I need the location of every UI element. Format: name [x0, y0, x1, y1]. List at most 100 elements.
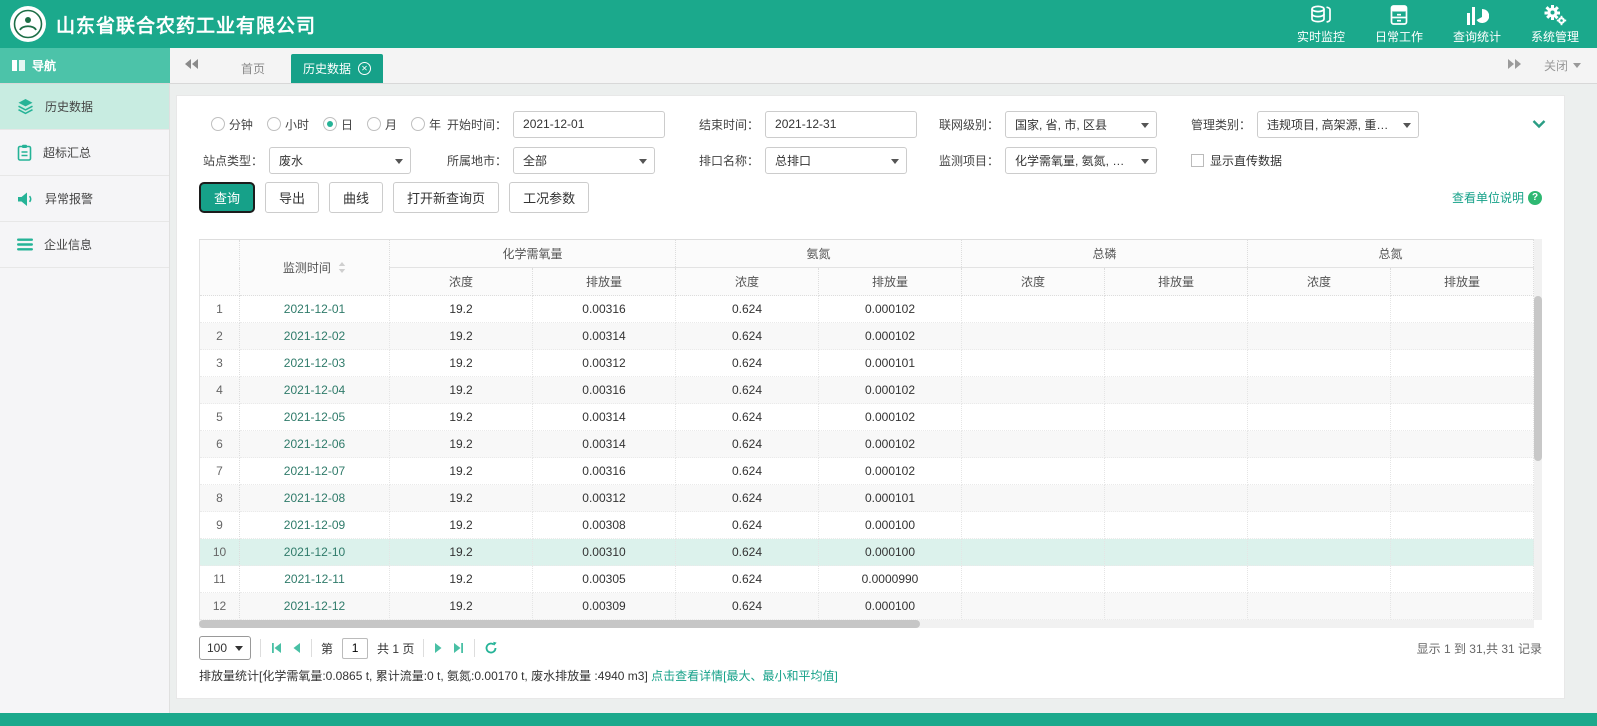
manage-category-label: 管理类别：	[1191, 116, 1251, 133]
value-cell: 0.000101	[819, 350, 962, 377]
table-row[interactable]: 32021-12-0319.20.003120.6240.000101	[200, 350, 1534, 377]
nav-daily-work[interactable]: 日常工作	[1375, 4, 1423, 45]
value-cell	[1391, 377, 1534, 404]
group-header-tp: 总磷	[962, 240, 1248, 268]
granularity-radio[interactable]: 小时	[267, 116, 309, 133]
table-row[interactable]: 52021-12-0519.20.003140.6240.000102	[200, 404, 1534, 431]
sub-header-concentration: 浓度	[676, 268, 819, 296]
show-direct-data-checkbox[interactable]: 显示直传数据	[1191, 152, 1282, 169]
sidebar-item-history-data[interactable]: 历史数据	[0, 84, 169, 130]
city-select[interactable]: 全部	[513, 147, 655, 174]
tab-home[interactable]: 首页	[215, 54, 291, 83]
nav-query-statistics[interactable]: 查询统计	[1453, 4, 1501, 45]
table-row[interactable]: 22021-12-0219.20.003140.6240.000102	[200, 323, 1534, 350]
value-cell: 0.00314	[533, 431, 676, 458]
value-cell	[962, 431, 1105, 458]
unit-help-link[interactable]: 查看单位说明 ?	[1452, 189, 1542, 206]
query-button[interactable]: 查询	[199, 182, 255, 213]
sidebar-item-exceed-summary[interactable]: 超标汇总	[0, 130, 169, 176]
refresh-button[interactable]	[484, 641, 498, 655]
monitor-items-select[interactable]: 化学需氧量, 氨氮, 总磷, 总氮	[1005, 147, 1157, 174]
page-size-select[interactable]: 100	[199, 636, 251, 660]
data-table: 监测时间 化学需氧量 氨氮 总磷 总氮 浓度	[199, 239, 1534, 620]
horizontal-scrollbar-thumb[interactable]	[199, 620, 920, 628]
row-number-cell: 12	[200, 593, 240, 620]
value-cell: 0.00314	[533, 323, 676, 350]
value-cell	[1248, 377, 1391, 404]
value-cell	[1391, 458, 1534, 485]
emission-stats-text: 排放量统计[化学需氧量:0.0865 t, 累计流量:0 t, 氨氮:0.001…	[199, 669, 651, 683]
nav-system-management[interactable]: 系统管理	[1531, 4, 1579, 45]
horizontal-scrollbar[interactable]	[199, 620, 1534, 628]
export-button[interactable]: 导出	[265, 182, 319, 213]
next-page-button[interactable]	[433, 642, 443, 654]
value-cell	[1105, 593, 1248, 620]
granularity-radio[interactable]: 年	[411, 116, 441, 133]
condition-params-button[interactable]: 工况参数	[509, 182, 589, 213]
granularity-radio[interactable]: 月	[367, 116, 397, 133]
outlet-name-select[interactable]: 总排口	[765, 147, 907, 174]
table-row[interactable]: 62021-12-0619.20.003140.6240.000102	[200, 431, 1534, 458]
sidebar: 历史数据 超标汇总 异常报警 企业信息	[0, 84, 170, 713]
value-cell	[1105, 539, 1248, 566]
granularity-radio[interactable]: 日	[323, 116, 353, 133]
page-prefix-label: 第	[321, 640, 333, 657]
value-cell	[1391, 593, 1534, 620]
monitor-time-header[interactable]: 监测时间	[240, 240, 390, 296]
sidebar-item-abnormal-alarm[interactable]: 异常报警	[0, 176, 169, 222]
table-row[interactable]: 12021-12-0119.20.003160.6240.000102	[200, 296, 1534, 323]
stats-detail-link[interactable]: 点击查看详情[最大、最小和平均值]	[651, 669, 838, 683]
tab-history-data[interactable]: 历史数据 ✕	[291, 54, 383, 83]
sidebar-item-enterprise-info[interactable]: 企业信息	[0, 222, 169, 268]
value-cell	[1248, 512, 1391, 539]
table-row[interactable]: 82021-12-0819.20.003120.6240.000101	[200, 485, 1534, 512]
value-cell: 0.000102	[819, 431, 962, 458]
start-time-input[interactable]	[513, 111, 665, 138]
radio-label: 年	[429, 116, 441, 133]
scroll-tabs-right-icon[interactable]	[1507, 58, 1522, 73]
table-row[interactable]: 92021-12-0919.20.003080.6240.000100	[200, 512, 1534, 539]
select-value: 废水	[279, 152, 303, 169]
value-cell	[1248, 539, 1391, 566]
vertical-scrollbar-thumb[interactable]	[1534, 296, 1542, 461]
table-row[interactable]: 72021-12-0719.20.003160.6240.000102	[200, 458, 1534, 485]
nav-realtime-monitor[interactable]: 实时监控	[1297, 4, 1345, 45]
table-row[interactable]: 112021-12-1119.20.003050.6240.0000990	[200, 566, 1534, 593]
tab-strip: 首页 历史数据 ✕ 关闭	[170, 48, 1597, 83]
vertical-scrollbar[interactable]	[1534, 239, 1542, 620]
end-time-input[interactable]	[765, 111, 917, 138]
value-cell: 19.2	[390, 539, 533, 566]
curve-button[interactable]: 曲线	[329, 182, 383, 213]
collapse-filters-icon[interactable]	[1532, 118, 1546, 132]
value-cell: 0.00305	[533, 566, 676, 593]
value-cell	[1105, 377, 1248, 404]
first-page-button[interactable]	[270, 642, 283, 654]
group-header-nh3: 氨氮	[676, 240, 962, 268]
open-new-query-page-button[interactable]: 打开新查询页	[393, 182, 499, 213]
prev-page-button[interactable]	[292, 642, 302, 654]
table-row[interactable]: 122021-12-1219.20.003090.6240.000100	[200, 593, 1534, 620]
close-tabs-menu[interactable]: 关闭	[1544, 57, 1581, 74]
value-cell: 0.624	[676, 431, 819, 458]
value-cell	[1105, 296, 1248, 323]
station-type-select[interactable]: 废水	[269, 147, 411, 174]
query-panel: 分钟 小时 日 月 年 开始时间： 结束时间： 联网级别：	[176, 95, 1565, 699]
last-page-button[interactable]	[452, 642, 465, 654]
select-value: 国家, 省, 市, 区县	[1015, 116, 1107, 133]
network-level-label: 联网级别：	[939, 116, 999, 133]
page-number-input[interactable]	[342, 638, 368, 659]
header-nav: 实时监控 日常工作 查询统计	[1297, 4, 1579, 45]
radio-icon	[367, 117, 381, 131]
table-row[interactable]: 42021-12-0419.20.003160.6240.000102	[200, 377, 1534, 404]
tab-label: 历史数据	[303, 60, 351, 77]
value-cell	[1105, 350, 1248, 377]
network-level-select[interactable]: 国家, 省, 市, 区县	[1005, 111, 1157, 138]
sort-icon[interactable]	[338, 262, 346, 276]
tab-close-icon[interactable]: ✕	[358, 62, 371, 75]
scroll-tabs-left-icon[interactable]	[184, 58, 199, 73]
monitor-date-cell: 2021-12-01	[240, 296, 390, 323]
manage-category-select[interactable]: 违规项目, 高架源, 重点排污	[1257, 111, 1419, 138]
value-cell: 0.624	[676, 512, 819, 539]
granularity-radio[interactable]: 分钟	[211, 116, 253, 133]
table-row[interactable]: 102021-12-1019.20.003100.6240.000100	[200, 539, 1534, 566]
